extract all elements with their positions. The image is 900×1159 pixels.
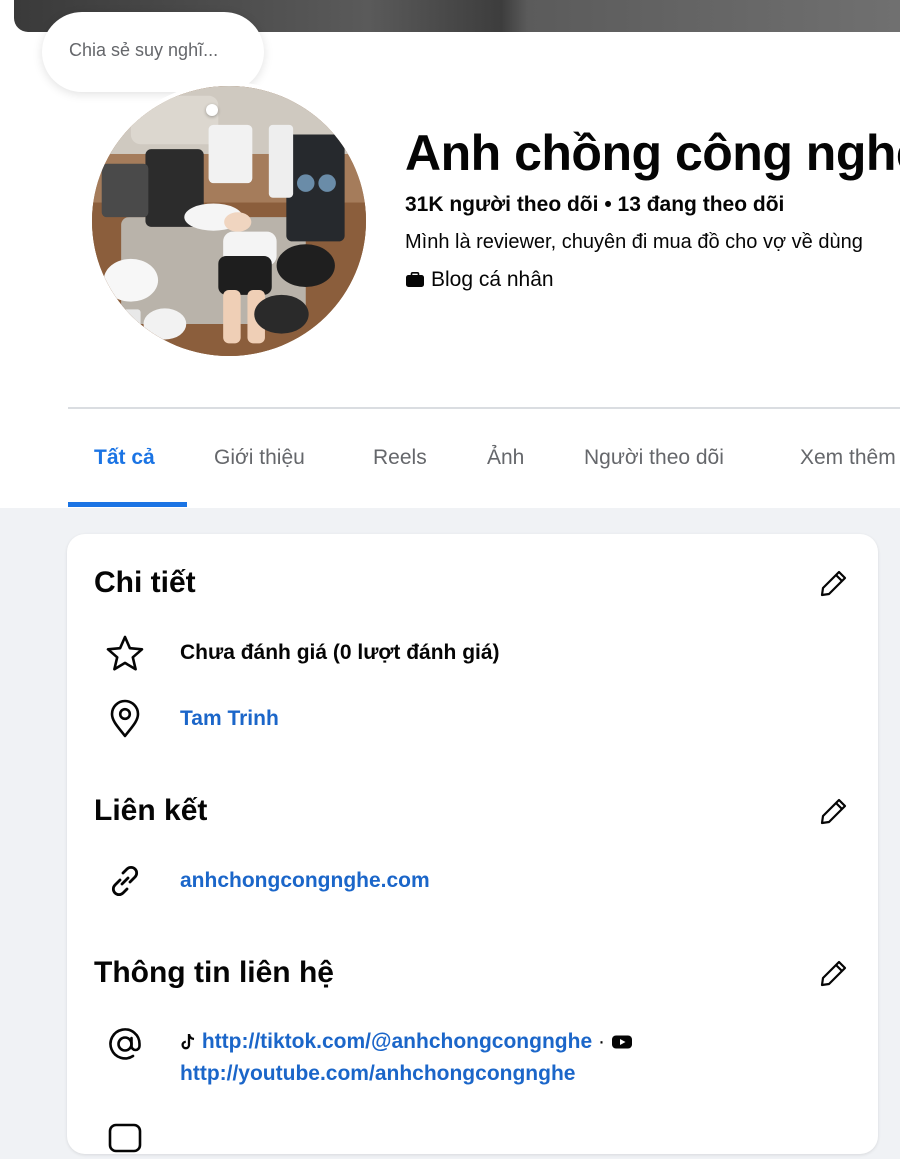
star-icon (106, 635, 144, 671)
tab-photos[interactable]: Ảnh (487, 446, 524, 470)
at-sign-icon (109, 1028, 141, 1060)
tab-more[interactable]: Xem thêm (800, 446, 896, 470)
active-tab-indicator (68, 502, 187, 507)
website-link[interactable]: anhchongcongnghe.com (180, 869, 430, 893)
category-label: Blog cá nhân (431, 268, 554, 291)
contact-separator: · (597, 1030, 605, 1053)
followers-count[interactable]: 31K người theo dõi (405, 193, 598, 216)
stats-separator: • (604, 193, 612, 216)
composer-bubble-tail (206, 104, 218, 116)
details-title: Chi tiết (94, 566, 196, 599)
location-pin-icon (110, 699, 140, 738)
avatar[interactable] (88, 82, 370, 360)
intro-card: Chi tiết Chưa đánh giá (0 lượt đánh giá)… (67, 534, 878, 1154)
tab-about[interactable]: Giới thiệu (214, 446, 305, 470)
profile-header: Chia sẻ suy nghĩ... Anh chồng công nghệ … (0, 0, 900, 508)
tab-reels[interactable]: Reels (373, 446, 427, 470)
tiktok-link[interactable]: http://tiktok.com/@anhchongcongnghe (202, 1030, 592, 1053)
header-divider (68, 407, 900, 409)
youtube-link[interactable]: http://youtube.com/anhchongcongnghe (180, 1062, 575, 1086)
link-icon (111, 865, 139, 897)
tab-all[interactable]: Tất cả (94, 446, 155, 470)
tab-followers[interactable]: Người theo dõi (584, 446, 724, 470)
links-title: Liên kết (94, 794, 208, 827)
profile-tabs: Tất cả Giới thiệu Reels Ảnh Người theo d… (68, 410, 900, 508)
profile-category: Blog cá nhân (405, 268, 554, 292)
rating-text: Chưa đánh giá (0 lượt đánh giá) (180, 641, 500, 664)
page-title: Anh chồng công nghệ (405, 125, 900, 181)
youtube-icon (611, 1035, 632, 1049)
location-link[interactable]: Tam Trinh (180, 707, 279, 731)
edit-details-pencil-icon[interactable] (817, 566, 851, 600)
following-count[interactable]: 13 đang theo dõi (618, 193, 785, 216)
avatar-photo (92, 86, 366, 356)
contact-row-icon (108, 1123, 142, 1153)
tiktok-icon (181, 1034, 195, 1050)
edit-links-pencil-icon[interactable] (817, 794, 851, 828)
status-composer[interactable]: Chia sẻ suy nghĩ... (42, 12, 264, 92)
follow-stats: 31K người theo dõi • 13 đang theo dõi (405, 193, 784, 217)
edit-contact-pencil-icon[interactable] (817, 956, 851, 990)
contact-title: Thông tin liên hệ (94, 956, 334, 989)
tiktok-row: http://tiktok.com/@anhchongcongnghe · (180, 1030, 633, 1054)
composer-placeholder: Chia sẻ suy nghĩ... (69, 40, 219, 60)
profile-bio: Mình là reviewer, chuyên đi mua đồ cho v… (405, 231, 863, 253)
briefcase-icon (406, 272, 424, 287)
